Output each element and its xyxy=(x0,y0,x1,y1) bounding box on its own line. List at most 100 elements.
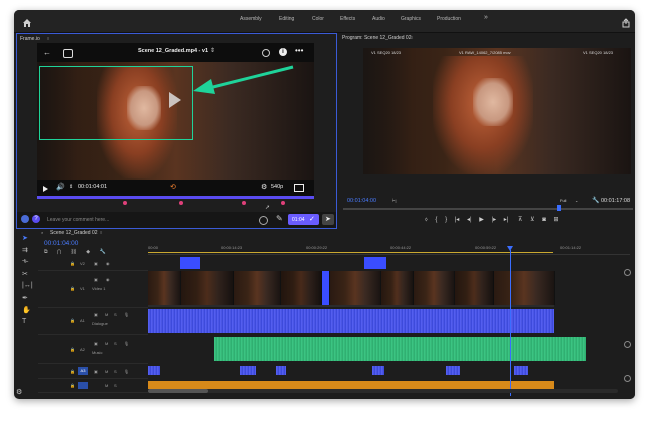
resolution-label[interactable]: 540p xyxy=(271,184,283,190)
go-to-out-icon[interactable]: ▸| xyxy=(504,217,509,223)
mute-button[interactable]: M xyxy=(105,312,108,317)
lock-icon[interactable]: 🔒 xyxy=(70,286,75,291)
video-clip[interactable] xyxy=(322,271,330,305)
in-point-icon[interactable]: { xyxy=(435,217,437,223)
video-clip[interactable] xyxy=(494,271,555,305)
track-id[interactable]: A3 xyxy=(78,367,88,375)
solo-button[interactable]: S xyxy=(114,312,117,317)
program-timecode[interactable]: 00:01:04:00 xyxy=(347,198,376,204)
track-id[interactable]: A2 xyxy=(80,347,85,352)
comment-bubble-icon[interactable] xyxy=(63,49,73,58)
sync-icon[interactable]: ▣ xyxy=(94,312,98,317)
audio-clip[interactable] xyxy=(446,366,460,375)
more-workspaces-icon[interactable]: » xyxy=(484,14,488,21)
lock-icon[interactable]: 🔒 xyxy=(70,347,75,352)
mute-button[interactable]: M xyxy=(105,341,108,346)
out-point-icon[interactable]: } xyxy=(445,217,447,223)
lock-icon[interactable]: 🔒 xyxy=(70,261,75,266)
emoji-icon[interactable] xyxy=(259,216,268,225)
comment-marker[interactable] xyxy=(179,201,183,205)
vertical-scroll-handles[interactable] xyxy=(624,269,631,382)
mic-icon[interactable]: 🎙 xyxy=(124,341,129,346)
extract-icon[interactable]: ⊻ xyxy=(530,217,534,223)
settings-wrench-icon[interactable]: 🔧 xyxy=(99,249,105,255)
v2-clip[interactable] xyxy=(364,257,386,269)
add-marker-icon[interactable]: ◆ xyxy=(86,249,90,255)
timeline-playhead[interactable] xyxy=(510,250,511,396)
fullscreen-icon[interactable] xyxy=(294,184,304,192)
track-id[interactable]: A1 xyxy=(80,318,85,323)
sync-icon[interactable]: ▣ xyxy=(94,277,98,282)
comment-input[interactable]: Leave your comment here... xyxy=(47,217,109,223)
comment-marker[interactable] xyxy=(281,201,285,205)
workspace-effects[interactable]: Effects xyxy=(340,16,355,22)
refresh-icon[interactable] xyxy=(262,49,270,57)
audio-clip[interactable] xyxy=(372,366,384,375)
sequence-menu-icon[interactable]: ≡ xyxy=(100,230,102,235)
time-ruler[interactable]: 00:00 00:00:14:23 00:00:29:22 00:00:44:2… xyxy=(148,240,630,255)
slip-tool-icon[interactable]: |↔| xyxy=(22,282,33,289)
version-chevron-icon[interactable]: ⇕ xyxy=(210,47,215,54)
dialogue-audio-clip[interactable] xyxy=(148,309,554,333)
track-id[interactable]: V2 xyxy=(80,261,85,266)
mute-button[interactable]: M xyxy=(105,369,108,374)
close-tab-icon[interactable]: × xyxy=(41,230,43,235)
workspace-graphics[interactable]: Graphics xyxy=(401,16,421,22)
fit-chevron-icon[interactable]: ⌄ xyxy=(575,198,578,203)
camera-icon[interactable]: ◙ xyxy=(542,217,546,223)
video-clip[interactable] xyxy=(455,271,494,305)
audio-clip[interactable] xyxy=(240,366,256,375)
sync-icon[interactable]: ▣ xyxy=(94,341,98,346)
track-target[interactable] xyxy=(78,382,88,389)
audio-clip[interactable] xyxy=(276,366,286,375)
program-playhead[interactable] xyxy=(557,205,561,211)
help-icon[interactable]: ? xyxy=(32,215,40,223)
sync-icon[interactable]: ▣ xyxy=(94,261,98,266)
sequence-tab[interactable]: Scene 12_Graded 02 xyxy=(50,230,98,236)
video-clip[interactable] xyxy=(281,271,322,305)
step-back-icon[interactable]: ◂| xyxy=(467,217,472,223)
solo-button[interactable]: S xyxy=(114,341,117,346)
video-clip[interactable] xyxy=(148,271,181,305)
panel-menu-icon[interactable]: ≡ xyxy=(47,36,49,41)
loop-icon[interactable]: ⟲ xyxy=(170,183,176,191)
workspace-color[interactable]: Color xyxy=(312,16,324,22)
step-forward-icon[interactable]: |▸ xyxy=(492,217,497,223)
play-icon[interactable] xyxy=(43,186,48,192)
video-title[interactable]: Scene 12_Graded.mp4 - v1 xyxy=(138,48,208,54)
workspace-editing[interactable]: Editing xyxy=(279,16,294,22)
workspace-assembly[interactable]: Assembly xyxy=(240,16,262,22)
home-icon[interactable] xyxy=(22,15,32,27)
timeline-scrollbar[interactable] xyxy=(148,389,618,393)
lock-icon[interactable]: 🔒 xyxy=(70,383,75,388)
share-icon[interactable] xyxy=(621,15,631,28)
type-tool-icon[interactable]: T xyxy=(22,318,26,325)
workspace-production[interactable]: Production xyxy=(437,16,461,22)
play-overlay-icon[interactable] xyxy=(169,92,181,108)
mark-icon[interactable]: ⊢| xyxy=(392,198,397,203)
marker-icon[interactable]: ⬨ xyxy=(425,217,428,223)
adjustment-track[interactable] xyxy=(148,381,554,389)
send-button[interactable]: ➤ xyxy=(322,214,334,225)
selection-tool-icon[interactable]: ➤ xyxy=(22,234,28,242)
timecode-toggle-button[interactable]: 01:04 ✓ xyxy=(288,214,319,225)
playhead-handle[interactable] xyxy=(507,246,513,251)
v2-clip[interactable] xyxy=(180,257,200,269)
program-menu-icon[interactable]: ≡ xyxy=(411,35,413,40)
back-arrow-icon[interactable]: ← xyxy=(43,48,51,57)
comparison-icon[interactable]: ⊞ xyxy=(554,217,559,223)
mic-icon[interactable]: 🎙 xyxy=(124,312,129,317)
frame-step-icon[interactable]: ⇕ xyxy=(69,184,73,190)
solo-button[interactable]: S xyxy=(114,383,117,388)
audio-clip[interactable] xyxy=(148,366,160,375)
solo-button[interactable]: S xyxy=(114,369,117,374)
scrub-bar[interactable] xyxy=(37,196,314,199)
audio-clip[interactable] xyxy=(514,366,528,375)
go-to-in-icon[interactable]: |◂ xyxy=(455,217,460,223)
video-clip[interactable] xyxy=(330,271,381,305)
info-icon[interactable]: i xyxy=(279,48,287,56)
comment-marker[interactable] xyxy=(242,201,246,205)
lock-icon[interactable]: 🔒 xyxy=(70,318,75,323)
play-icon[interactable]: ▶ xyxy=(479,217,484,223)
eye-icon[interactable]: ◉ xyxy=(106,261,110,266)
